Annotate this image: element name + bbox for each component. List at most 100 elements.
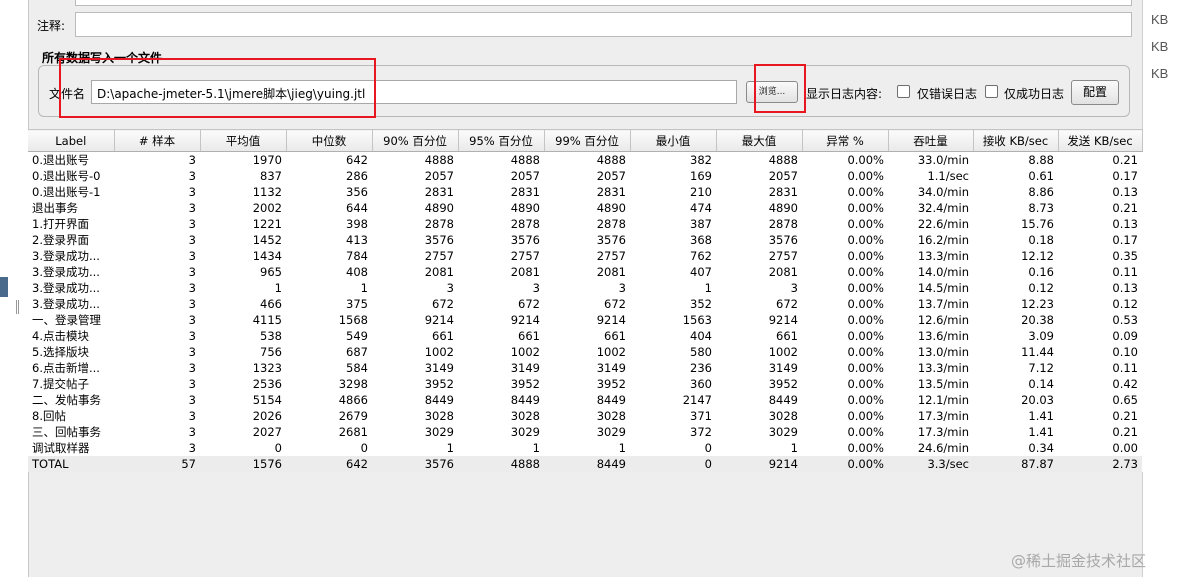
table-cell: 584	[346, 361, 368, 375]
table-cell: 3	[188, 313, 196, 327]
row-label-cell: 0.退出账号-0	[32, 169, 101, 183]
table-cell: 375	[346, 297, 368, 311]
table-cell: 9214	[424, 313, 454, 327]
table-row[interactable]: 三、回帖事务 3 2027 2681 3029 3029 3029 372 3029 0.00% 1…	[28, 424, 1142, 440]
table-cell: 14.0/min	[917, 265, 969, 279]
table-row[interactable]: 3.登录成功... 3 1 1 3 3 3 1 3 0.00% 14.5/min 0.12 0.13	[28, 280, 1142, 296]
table-cell: 538	[260, 329, 282, 343]
column-header[interactable]: 最大值	[716, 129, 803, 152]
table-cell: 13.3/min	[917, 361, 969, 375]
table-cell: 20.03	[1021, 393, 1054, 407]
table-cell: 408	[346, 265, 368, 279]
column-header[interactable]: 90% 百分位	[372, 129, 459, 152]
table-row[interactable]: 4.点击模块 3 538 549 661 661 661 404 661 0.00% 13.6/mi…	[28, 328, 1142, 344]
table-cell: 8.73	[1028, 201, 1054, 215]
table-cell: 0.35	[1112, 249, 1138, 263]
table-cell: 2.73	[1058, 456, 1142, 472]
column-header[interactable]: 95% 百分位	[458, 129, 545, 152]
table-cell: 3	[188, 217, 196, 231]
table-row[interactable]: 7.提交帖子 3 2536 3298 3952 3952 3952 360 3952 0.00% 1…	[28, 376, 1142, 392]
table-row[interactable]: 3.登录成功... 3 1434 784 2757 2757 2757 762 2757 0.00…	[28, 248, 1142, 264]
total-row[interactable]: TOTAL 57 1576 642 3576 4888 8449 0 9214 0.00% 3.3/…	[28, 456, 1142, 472]
comment-label: 注释:	[37, 19, 66, 33]
filename-input[interactable]: D:\apache-jmeter-5.1\jmere脚本\jieg\yuing.…	[91, 80, 737, 104]
splitter-handle[interactable]	[16, 300, 19, 314]
table-row[interactable]: 0.退出账号-1 3 1132 356 2831 2831 2831 210 2831 0.00%…	[28, 184, 1142, 200]
table-cell: 2081	[424, 265, 454, 279]
column-header[interactable]: 中位数	[286, 129, 373, 152]
table-cell: 210	[690, 185, 712, 199]
table-row[interactable]: 二、发帖事务 3 5154 4866 8449 8449 8449 2147 8449 0.00%…	[28, 392, 1142, 408]
table-row[interactable]: 0.退出账号-0 3 837 286 2057 2057 2057 169 2057 0.00% 1…	[28, 168, 1142, 184]
show-log-label: 显示日志内容:	[806, 87, 883, 101]
table-cell: 3576	[424, 233, 454, 247]
table-cell: 12.6/min	[917, 313, 969, 327]
comment-input[interactable]	[75, 12, 1132, 37]
table-cell: 0.00%	[847, 441, 884, 455]
table-cell: 3028	[596, 409, 626, 423]
table-cell: 3	[188, 185, 196, 199]
table-cell: 672	[604, 297, 626, 311]
table-cell: 15.76	[1021, 217, 1054, 231]
row-label-cell: 8.回帖	[32, 409, 66, 423]
table-row[interactable]: 退出事务 3 2002 644 4890 4890 4890 474 4890 0.00% 32.4…	[28, 200, 1142, 216]
column-header[interactable]: # 样本	[114, 129, 201, 152]
column-header[interactable]: 发送 KB/sec	[1058, 129, 1143, 152]
table-cell: 398	[346, 217, 368, 231]
table-cell: 1132	[252, 185, 282, 199]
table-row[interactable]: 调试取样器 3 0 0 1 1 1 0 1 0.00% 24.6/min 0.34 0.00	[28, 440, 1142, 456]
table-cell: 687	[346, 345, 368, 359]
row-label-cell: 调试取样器	[32, 441, 90, 455]
table-cell: 3	[188, 153, 196, 167]
column-header[interactable]: 吞吐量	[888, 129, 974, 152]
table-cell: 1	[446, 441, 454, 455]
column-header[interactable]: 99% 百分位	[544, 129, 631, 152]
row-label-cell: 3.登录成功...	[32, 281, 100, 295]
row-label-cell: 3.登录成功...	[32, 297, 100, 311]
table-cell: 1	[360, 281, 368, 295]
table-cell: 4888	[510, 153, 540, 167]
table-cell: 672	[432, 297, 454, 311]
name-field[interactable]	[75, 0, 1132, 6]
table-cell: 4888	[458, 456, 544, 472]
column-header[interactable]: Label	[28, 129, 115, 152]
table-cell: 0.00%	[847, 185, 884, 199]
table-row[interactable]: 3.登录成功... 3 466 375 672 672 672 352 672 0.00% 13.7…	[28, 296, 1142, 312]
table-cell: 3	[532, 281, 540, 295]
row-label-cell: 1.打开界面	[32, 217, 89, 231]
table-row[interactable]: 5.选择版块 3 756 687 1002 1002 1002 580 1002 0.00% 13.…	[28, 344, 1142, 360]
table-cell: 661	[432, 329, 454, 343]
table-row[interactable]: 3.登录成功... 3 965 408 2081 2081 2081 407 2081 0.00%…	[28, 264, 1142, 280]
table-row[interactable]: 8.回帖 3 2026 2679 3028 3028 3028 371 3028 0.00% 17.…	[28, 408, 1142, 424]
watermark-text: @稀土掘金技术社区	[1011, 552, 1147, 570]
row-label-cell: TOTAL	[28, 456, 114, 472]
column-header[interactable]: 接收 KB/sec	[973, 129, 1059, 152]
table-row[interactable]: 2.登录界面 3 1452 413 3576 3576 3576 368 3576 0.00% 16…	[28, 232, 1142, 248]
errors-only-checkbox[interactable]	[897, 85, 910, 98]
table-row[interactable]: 0.退出账号 3 1970 642 4888 4888 4888 382 4888 0.00% 33…	[28, 152, 1142, 169]
table-row[interactable]: 6.点击新增... 3 1323 584 3149 3149 3149 236 3149 0.00…	[28, 360, 1142, 376]
table-cell: 3	[188, 297, 196, 311]
table-cell: 0.14	[1028, 377, 1054, 391]
table-row[interactable]: 1.打开界面 3 1221 398 2878 2878 2878 387 2878 0.00% 22…	[28, 216, 1142, 232]
table-row[interactable]: 一、登录管理 3 4115 1568 9214 9214 9214 1563 9214 0.00%…	[28, 312, 1142, 328]
browse-button[interactable]: 浏览...	[746, 81, 798, 103]
table-cell: 3952	[424, 377, 454, 391]
table-cell: 3	[790, 281, 798, 295]
table-cell: 3	[618, 281, 626, 295]
table-cell: 0.13	[1112, 217, 1138, 231]
column-header[interactable]: 平均值	[200, 129, 287, 152]
success-only-checkbox[interactable]	[985, 85, 998, 98]
row-label-cell: 退出事务	[32, 201, 78, 215]
config-button[interactable]: 配置	[1071, 80, 1119, 105]
table-cell: 2026	[252, 409, 282, 423]
table-cell: 644	[346, 201, 368, 215]
column-header[interactable]: 异常 %	[802, 129, 889, 152]
table-cell: 1576	[200, 456, 286, 472]
table-cell: 0.17	[1112, 169, 1138, 183]
table-cell: 1002	[424, 345, 454, 359]
table-cell: 2757	[768, 249, 798, 263]
table-cell: 87.87	[973, 456, 1058, 472]
table-cell: 236	[690, 361, 712, 375]
column-header[interactable]: 最小值	[630, 129, 717, 152]
